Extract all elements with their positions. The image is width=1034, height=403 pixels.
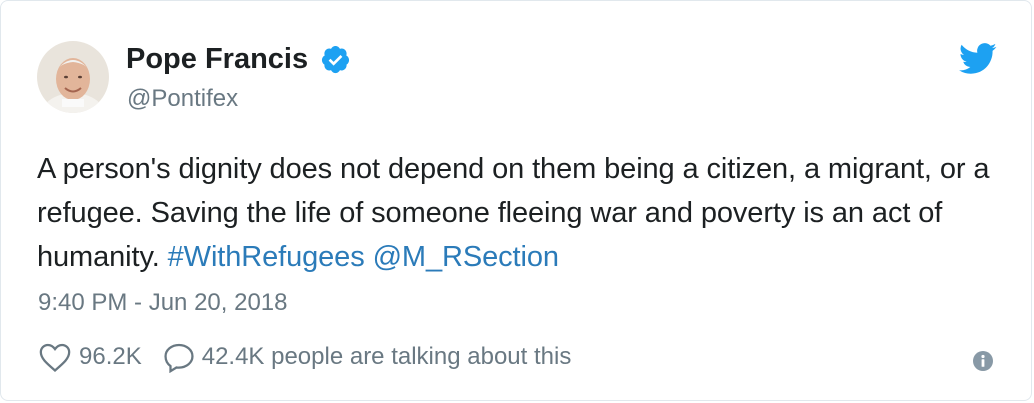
tweet-timestamp[interactable]: 9:40 PM - Jun 20, 2018	[38, 289, 288, 317]
tweet-card: Pope Francis @Pontifex A person's dignit…	[0, 0, 1032, 401]
twitter-bird-icon[interactable]	[959, 43, 997, 75]
speech-bubble-icon[interactable]	[162, 341, 196, 373]
author-name-row[interactable]: Pope Francis	[126, 43, 351, 76]
talking-count[interactable]: 42.4K people are talking about this	[202, 343, 572, 371]
heart-icon[interactable]	[38, 341, 72, 373]
hashtag-link[interactable]: #WithRefugees	[168, 241, 365, 273]
tweet-actions: 96.2K 42.4K people are talking about thi…	[38, 341, 571, 373]
info-icon[interactable]	[972, 350, 994, 372]
verified-badge-icon	[320, 44, 351, 75]
mention-link[interactable]: @M_RSection	[373, 241, 559, 273]
author-name[interactable]: Pope Francis	[126, 43, 308, 76]
author-handle[interactable]: @Pontifex	[127, 85, 238, 113]
like-count[interactable]: 96.2K	[79, 343, 142, 371]
avatar-image	[37, 41, 109, 113]
avatar[interactable]	[37, 41, 109, 113]
tweet-text: A person's dignity does not depend on th…	[37, 147, 997, 279]
